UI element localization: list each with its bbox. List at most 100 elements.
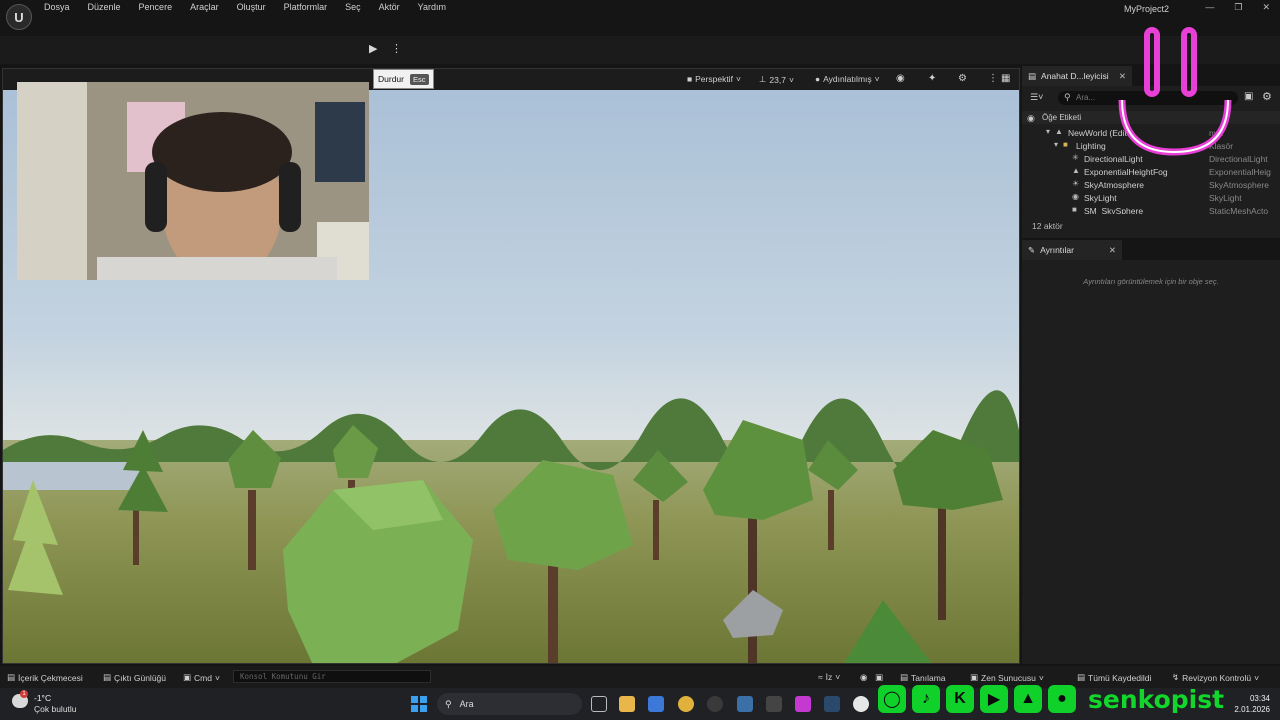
play-options-icon[interactable]: ⋮ <box>391 42 402 55</box>
social-overlay: ◯ ♪ K ▶ ▲ ● senkopist <box>878 681 1224 717</box>
content-drawer-label: İçerik Çekmecesi <box>18 672 83 683</box>
tab-details[interactable]: ✎ Ayrıntılar ✕ <box>1022 240 1122 260</box>
camera-icon: ■ <box>687 74 693 84</box>
add-folder-icon[interactable]: ▣ <box>1244 91 1253 102</box>
store-icon[interactable] <box>648 696 664 712</box>
bell-icon: ● <box>1048 685 1076 713</box>
details-icon: ✎ <box>1028 244 1036 255</box>
chevron-down-icon: ˅ <box>735 74 741 84</box>
main-menu: Dosya Düzenle Pencere Araçlar Oluştur Pl… <box>44 2 446 12</box>
lighting-dropdown[interactable]: ● Aydınlatılmış ˅ <box>815 74 880 84</box>
steam-app-icon[interactable] <box>824 696 840 712</box>
perspective-label: Perspektif <box>695 74 733 84</box>
expand-arrow-icon[interactable]: ▾ <box>1046 127 1050 136</box>
github-icon[interactable] <box>707 696 723 712</box>
show-eye-icon[interactable]: ◉ <box>896 73 905 84</box>
search-icon: ⚲ <box>1064 92 1071 102</box>
file-explorer-icon[interactable] <box>619 696 635 712</box>
content-drawer-button[interactable]: ▤ İçerik Çekmecesi <box>7 672 83 683</box>
outliner-row[interactable]: ▲ ExponentialHeightFog ExponentialHeig <box>1022 166 1280 179</box>
lit-icon: ● <box>815 74 821 84</box>
menu-help[interactable]: Yardım <box>418 2 446 12</box>
time: 03:34 <box>1249 694 1270 703</box>
like-icon: ▲ <box>1014 685 1042 713</box>
outliner-row[interactable]: ▾ ▲ NewWorld (Edito nya <box>1022 127 1280 140</box>
search-label: Ara <box>459 699 474 709</box>
stop-tooltip: Durdur Esc <box>373 69 434 89</box>
menu-actor[interactable]: Aktör <box>379 2 400 12</box>
record-icon[interactable]: ◉ <box>860 672 867 683</box>
close-icon[interactable]: ✕ <box>1119 71 1126 82</box>
directional-light-icon: ✳ <box>1072 153 1079 162</box>
window-controls: — ❐ ✕ <box>1205 2 1270 13</box>
tiktok-icon: ♪ <box>912 685 940 713</box>
play-icon[interactable]: ▶ <box>369 42 377 55</box>
streamer-cam-image <box>17 82 369 280</box>
outliner-row[interactable]: ■ SM_SkySphere StaticMeshActo <box>1022 205 1280 214</box>
outliner-icon: ▤ <box>1028 70 1037 81</box>
lighting-label: Aydınlatılmış <box>823 74 872 84</box>
weather-condition: Çok bulutlu <box>34 704 77 714</box>
row-name: NewWorld (Edito <box>1068 128 1132 138</box>
output-log-button[interactable]: ▤ Çıktı Günlüğü <box>103 672 166 683</box>
windows-start-icon[interactable] <box>411 696 427 712</box>
visibility-eye-icon[interactable]: ◉ <box>1027 113 1035 124</box>
item-label-column[interactable]: Öğe Etiketi <box>1042 113 1081 122</box>
trace-label: İz <box>825 672 833 682</box>
outliner-search-input[interactable]: Ara... <box>1058 91 1238 105</box>
perspective-dropdown[interactable]: ■ Perspektif ˅ <box>687 74 741 84</box>
drawer-icon: ▤ <box>7 672 16 682</box>
sky-atmosphere-icon: ☀ <box>1072 179 1080 188</box>
tab-outliner[interactable]: ▤ Anahat D...leyicisi ✕ <box>1022 66 1132 86</box>
fog-icon: ▲ <box>1072 166 1080 175</box>
menu-file[interactable]: Dosya <box>44 2 70 12</box>
youtube-icon: ▶ <box>980 685 1008 713</box>
settings-gear-icon[interactable]: ⚙ <box>958 73 967 84</box>
outliner-row[interactable]: ◉ SkyLight SkyLight <box>1022 192 1280 205</box>
settings-gear-icon[interactable]: ⚙ <box>1262 90 1272 103</box>
fov-dropdown[interactable]: ⊥ 23,7 ˅ <box>759 74 794 85</box>
chrome-icon[interactable] <box>678 696 694 712</box>
trace-dropdown[interactable]: ≈ İz ˅ <box>818 672 840 682</box>
task-view-icon[interactable] <box>591 696 607 712</box>
instagram-icon: ◯ <box>878 685 906 713</box>
row-name: SkyLight <box>1084 193 1117 203</box>
cmd-dropdown[interactable]: ▣ Cmd ˅ <box>183 672 220 683</box>
snap-icon[interactable]: ✦ <box>928 73 936 84</box>
app-icon[interactable] <box>795 696 811 712</box>
temperature: -1°C <box>34 693 52 703</box>
expand-arrow-icon[interactable]: ▾ <box>1054 140 1058 149</box>
close-icon[interactable]: ✕ <box>1109 245 1116 256</box>
outliner-row[interactable]: ✳ DirectionalLight DirectionalLight <box>1022 153 1280 166</box>
tooltip-label: Durdur <box>378 74 404 84</box>
outliner-row[interactable]: ▾ ■ Lighting Klasör <box>1022 140 1280 153</box>
menu-platforms[interactable]: Platformlar <box>284 2 328 12</box>
steam-icon[interactable] <box>737 696 753 712</box>
menu-window[interactable]: Pencere <box>139 2 173 12</box>
console-command-input[interactable]: Konsol Komutunu Gir <box>233 670 431 683</box>
filter-icon[interactable]: ☰˅ <box>1030 92 1043 103</box>
menu-edit[interactable]: Düzenle <box>88 2 121 12</box>
unreal-engine-icon[interactable] <box>853 696 869 712</box>
level-viewport[interactable]: ■ Perspektif ˅ ⊥ 23,7 ˅ ● Aydınlatılmış … <box>2 68 1020 664</box>
more-icon[interactable]: ⋮ <box>988 73 998 84</box>
kick-icon: K <box>946 685 974 713</box>
close-icon[interactable]: ✕ <box>1262 2 1270 13</box>
trace-icon: ≈ <box>818 672 823 682</box>
fov-value: 23,7 <box>769 74 786 85</box>
menu-build[interactable]: Oluştur <box>237 2 266 12</box>
menu-tools[interactable]: Araçlar <box>190 2 219 12</box>
outliner-tab-header: ▤ Anahat D...leyicisi ✕ <box>1022 66 1280 86</box>
system-clock[interactable]: 03:34 2.01.2026 <box>1234 693 1270 715</box>
epic-games-icon[interactable] <box>766 696 782 712</box>
layout-grid-icon[interactable]: ▦ <box>1001 73 1010 84</box>
taskbar-search[interactable]: ⚲ Ara <box>437 693 582 715</box>
search-icon: ⚲ <box>445 698 452 709</box>
menu-select[interactable]: Seç <box>345 2 361 12</box>
outliner-panel: ▤ Anahat D...leyicisi ✕ ☰˅ Ara... ⚲ ▣ ⚙ … <box>1022 66 1280 238</box>
minimize-icon[interactable]: — <box>1205 2 1214 13</box>
outliner-row[interactable]: ☀ SkyAtmosphere SkyAtmosphere <box>1022 179 1280 192</box>
output-log-label: Çıktı Günlüğü <box>114 672 167 683</box>
unreal-logo-icon[interactable]: U <box>6 4 32 30</box>
maximize-icon[interactable]: ❐ <box>1234 2 1242 13</box>
